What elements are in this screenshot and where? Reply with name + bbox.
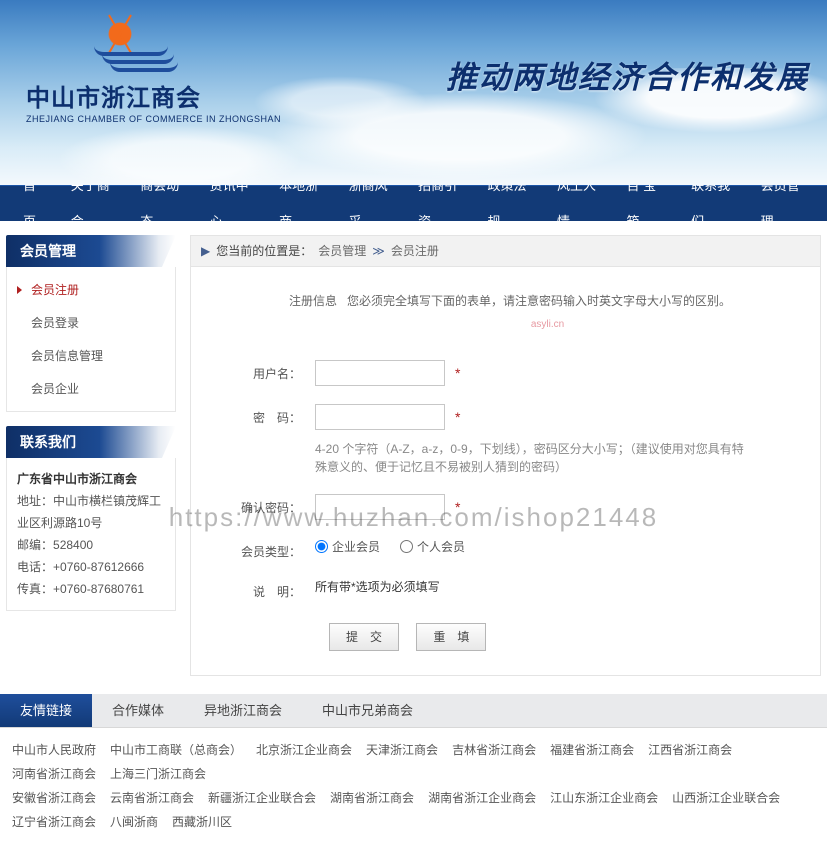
reset-button[interactable]: 重 填 [416,623,486,651]
footer-link[interactable]: 湖南省浙江商会 [330,791,414,805]
required-icon: * [451,499,460,515]
contact-body: 广东省中山市浙江商会 地址：中山市横栏镇茂辉工业区利源路10号 邮编：52840… [6,458,176,611]
footer-tab-0[interactable]: 友情链接 [0,694,92,727]
password-input[interactable] [315,404,445,430]
mtype-option-0[interactable]: 企业会员 [315,538,380,555]
logo-subtitle: ZHEJIANG CHAMBER OF COMMERCE IN ZHONGSHA… [26,114,326,124]
logo-sun-icon [106,20,134,48]
footer-links-row2: 安徽省浙江商会云南省浙江商会新疆浙江企业联合会湖南省浙江商会湖南省浙江企业商会江… [12,786,815,834]
footer-link[interactable]: 湖南省浙江企业商会 [428,791,536,805]
contact-post: 528400 [53,538,93,552]
footer-tabs: 友情链接合作媒体异地浙江商会中山市兄弟商会 [0,694,827,728]
username-label: 用户名： [205,360,315,382]
sidebar-contact-title: 联系我们 [6,426,176,458]
footer-links: 中山市人民政府中山市工商联（总商会） 北京浙江企业商会天津浙江商会吉林省浙江商会福… [0,728,827,850]
sidebar: 会员管理 会员注册会员登录会员信息管理会员企业 联系我们 广东省中山市浙江商会 … [6,235,176,676]
confirm-label: 确认密码： [205,494,315,516]
form-tip-text: 您必须完全填写下面的表单，请注意密码输入时英文字母大小写的区别。 [347,294,731,308]
footer-link[interactable]: 天津浙江商会 [366,743,438,757]
footer-tab-2[interactable]: 异地浙江商会 [184,694,302,727]
register-form: 注册信息 您必须完全填写下面的表单，请注意密码输入时英文字母大小写的区别。 as… [190,267,821,676]
sidebar-item-2[interactable]: 会员信息管理 [7,339,175,372]
footer-link[interactable]: 中山市人民政府 [12,743,96,757]
logo-wave-icon [94,46,194,72]
mtype-option-1[interactable]: 个人会员 [400,538,465,555]
contact-tel-label: 电话： [17,560,53,574]
sidebar-manage-block: 会员管理 会员注册会员登录会员信息管理会员企业 [6,235,176,412]
contact-fax: +0760-87680761 [53,582,144,596]
chevron-right-icon: ▶ [201,235,210,267]
breadcrumb-l1[interactable]: 会员管理 [318,235,366,267]
footer-link[interactable]: 中山市工商联（总商会） [110,743,242,757]
footer-link[interactable]: 河南省浙江商会 [12,767,96,781]
required-icon: * [451,409,460,425]
footer-link[interactable]: 北京浙江企业商会 [256,743,352,757]
contact-post-label: 邮编： [17,538,53,552]
contact-org: 广东省中山市浙江商会 [17,472,137,486]
top-nav: 首页关于商会商会动态资讯中心本地浙商浙商风采招商引资政策法规风土人情百 宝 箱联… [0,185,827,221]
sidebar-item-0[interactable]: 会员注册 [7,273,175,306]
confirm-input[interactable] [315,494,445,520]
footer-link[interactable]: 山西浙江企业联合会 [672,791,780,805]
note-text: 所有带*选项为必须填写 [315,578,440,595]
footer-tab-1[interactable]: 合作媒体 [92,694,184,727]
footer-link[interactable]: 八闽浙商 [110,815,158,829]
logo-title: 中山市浙江商会 [26,78,326,113]
contact-fax-label: 传真： [17,582,53,596]
footer-links-row1: 中山市人民政府中山市工商联（总商会） 北京浙江企业商会天津浙江商会吉林省浙江商会福… [12,738,815,786]
contact-tel: +0760-87612666 [53,560,144,574]
mtype-radio-1[interactable] [400,540,413,553]
contact-addr-label: 地址： [17,494,53,508]
footer-link[interactable]: 江西省浙江商会 [648,743,732,757]
breadcrumb-sep-icon: ≫ [372,235,385,267]
required-icon: * [451,365,460,381]
sidebar-manage-list: 会员注册会员登录会员信息管理会员企业 [6,267,176,412]
watermark-small: asyli.cn [289,315,806,335]
header: 中山市浙江商会 ZHEJIANG CHAMBER OF COMMERCE IN … [0,0,827,185]
footer-link[interactable]: 辽宁省浙江商会 [12,815,96,829]
main: ▶ 您当前的位置是： 会员管理 ≫ 会员注册 注册信息 您必须完全填写下面的表单… [190,235,821,676]
footer-link[interactable]: 新疆浙江企业联合会 [208,791,316,805]
mtype-group: 企业会员 个人会员 [315,538,806,555]
mtype-label: 会员类型： [205,538,315,560]
footer-link[interactable]: 西藏浙川区 [172,815,232,829]
form-tip-label: 注册信息 [289,294,337,308]
footer-tab-3[interactable]: 中山市兄弟商会 [302,694,433,727]
breadcrumb-prefix: 您当前的位置是： [216,235,312,267]
breadcrumb: ▶ 您当前的位置是： 会员管理 ≫ 会员注册 [190,235,821,267]
header-slogan: 推动两地经济合作和发展 [446,52,809,97]
note-label: 说 明： [205,578,315,600]
mtype-option-label: 个人会员 [417,538,465,555]
footer-link[interactable]: 云南省浙江商会 [110,791,194,805]
mtype-radio-0[interactable] [315,540,328,553]
footer-link[interactable]: 吉林省浙江商会 [452,743,536,757]
footer-link[interactable]: 安徽省浙江商会 [12,791,96,805]
form-tip: 注册信息 您必须完全填写下面的表单，请注意密码输入时英文字母大小写的区别。 as… [205,285,806,351]
submit-button[interactable]: 提 交 [329,623,399,651]
sidebar-contact-block: 联系我们 广东省中山市浙江商会 地址：中山市横栏镇茂辉工业区利源路10号 邮编：… [6,426,176,611]
footer-link[interactable]: 上海三门浙江商会 [110,767,206,781]
footer-link[interactable]: 福建省浙江商会 [550,743,634,757]
username-input[interactable] [315,360,445,386]
sidebar-manage-title: 会员管理 [6,235,176,267]
footer-link[interactable]: 江山东浙江企业商会 [550,791,658,805]
breadcrumb-l2: 会员注册 [391,235,439,267]
logo[interactable]: 中山市浙江商会 ZHEJIANG CHAMBER OF COMMERCE IN … [26,20,326,124]
mtype-option-label: 企业会员 [332,538,380,555]
sidebar-item-3[interactable]: 会员企业 [7,372,175,405]
password-hint: 4-20 个字符（A-Z，a-z，0-9，下划线），密码区分大小写；（建议使用对… [315,436,745,476]
sidebar-item-1[interactable]: 会员登录 [7,306,175,339]
password-label: 密 码： [205,404,315,426]
